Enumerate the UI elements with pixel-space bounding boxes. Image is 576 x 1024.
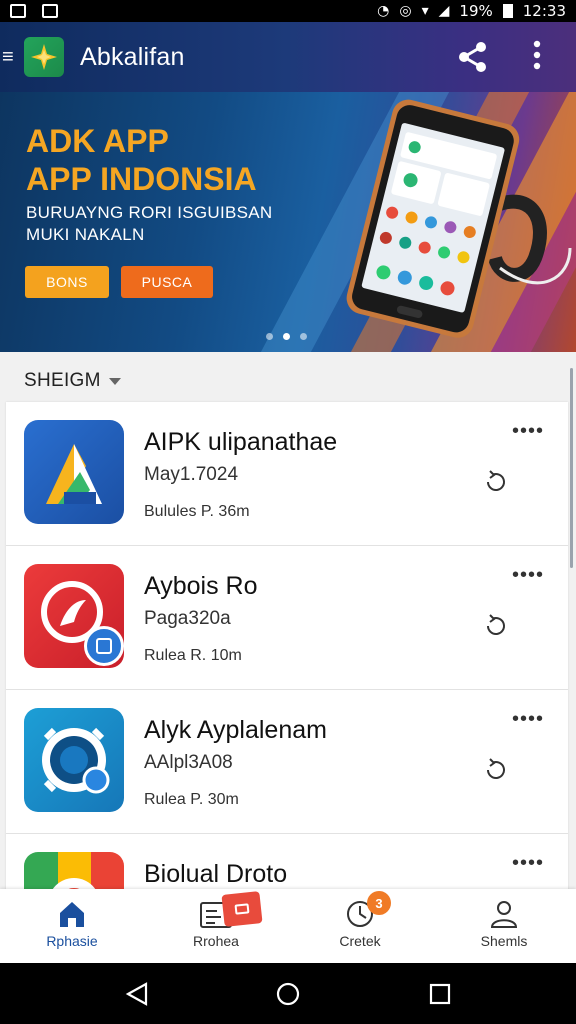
banner-headline-line2: APP INDONSIA <box>26 161 257 197</box>
bottom-navigation: Rphasie Rrohea 3 Cretek Shemls <box>0 889 576 963</box>
list-item[interactable]: Alyk Ayplalenam AAlpl3A08 Rulea P. 30m •… <box>6 690 568 834</box>
caret-down-icon <box>108 377 121 385</box>
signal-icon: ◢ <box>438 3 450 19</box>
status-time: 12:33 <box>522 2 566 20</box>
nav-label: Shemls <box>480 933 528 949</box>
notification-icon <box>10 4 26 18</box>
banner-headline: ADK APP APP INDONSIA <box>26 122 257 198</box>
share-icon[interactable] <box>456 40 490 79</box>
more-vert-icon[interactable] <box>532 38 542 77</box>
apps-icon <box>199 891 263 929</box>
app-name: AIPK ulipanathae <box>144 428 338 456</box>
app-list: AIPK ulipanathae May1.7024 Bulules P. 36… <box>6 402 568 892</box>
app-date: May1.7024 <box>144 464 239 485</box>
nav-label: Rrohea <box>193 933 239 949</box>
update-icon[interactable] <box>482 468 510 501</box>
update-count-badge: 3 <box>367 891 391 915</box>
app-size: Rulea R. 10m <box>144 647 242 664</box>
banner-subtitle: BURUAYNG RORI ISGUIBSAN MUKI NAKALN <box>26 202 273 246</box>
banner-subtitle-line2: MUKI NAKALN <box>26 225 145 244</box>
alarm-icon: ◔ <box>377 3 390 19</box>
more-horiz-icon[interactable]: •••• <box>512 421 544 441</box>
pager-dot[interactable] <box>266 333 273 340</box>
back-icon[interactable] <box>124 981 150 1012</box>
banner-subtitle-line1: BURUAYNG RORI ISGUIBSAN <box>26 203 273 222</box>
nav-label: Cretek <box>339 933 381 949</box>
nav-tab-shemls[interactable]: Shemls <box>432 889 576 963</box>
nav-label: Rphasie <box>46 933 98 949</box>
app-name: Aybois Ro <box>144 572 258 600</box>
recents-icon[interactable] <box>428 981 452 1012</box>
promo-banner[interactable]: ADK APP APP INDONSIA BURUAYNG RORI ISGUI… <box>0 92 576 352</box>
app-logo-chrome-icon <box>24 852 124 892</box>
list-item[interactable]: Biolual Droto •••• <box>6 834 568 892</box>
home-icon <box>56 899 88 929</box>
phone-illustration <box>346 99 572 338</box>
nav-tab-rrohea[interactable]: Rrohea <box>144 889 288 963</box>
battery-icon <box>502 4 513 18</box>
app-logo-red-icon <box>24 564 124 668</box>
notification-badge <box>221 891 263 927</box>
app-date: Paga320a <box>144 608 231 629</box>
wifi-icon: ▾ <box>421 3 429 19</box>
app-logo-blue-icon <box>24 420 124 524</box>
app-logo-camera-icon <box>24 708 124 812</box>
app-date: AAlpl3A08 <box>144 752 233 773</box>
banner-headline-line1: ADK APP <box>26 123 169 159</box>
update-icon[interactable] <box>482 756 510 789</box>
app-name: Biolual Droto <box>144 860 288 888</box>
banner-pager[interactable] <box>266 333 307 340</box>
system-navigation-bar <box>0 963 576 1024</box>
pager-dot-active[interactable] <box>283 333 290 340</box>
nav-tab-rphasie[interactable]: Rphasie <box>0 889 144 963</box>
scrollbar[interactable] <box>570 368 573 568</box>
status-bar: ◔ ◎ ▾ ◢ 19% 12:33 <box>0 0 576 22</box>
app-size: Bulules P. 36m <box>144 503 250 520</box>
badge-square-icon <box>84 626 124 666</box>
home-circle-icon[interactable] <box>275 981 301 1012</box>
more-horiz-icon[interactable]: •••• <box>512 565 544 585</box>
update-icon: 3 <box>345 891 391 929</box>
profile-icon <box>489 899 519 929</box>
list-item[interactable]: AIPK ulipanathae May1.7024 Bulules P. 36… <box>6 402 568 546</box>
hotspot-icon: ◎ <box>399 3 412 19</box>
pager-dot[interactable] <box>300 333 307 340</box>
star-logo-icon <box>24 37 64 77</box>
app-name: Alyk Ayplalenam <box>144 716 327 744</box>
image-notification-icon <box>42 4 58 18</box>
more-horiz-icon[interactable]: •••• <box>512 709 544 729</box>
list-item[interactable]: Aybois Ro Paga320a Rulea R. 10m •••• <box>6 546 568 690</box>
section-sort-dropdown[interactable]: SHEIGM <box>24 370 121 392</box>
section-title: SHEIGM <box>24 370 101 391</box>
battery-percent: 19% <box>459 2 493 20</box>
app-title: Abkalifan <box>80 42 185 71</box>
app-bar: ≡ Abkalifan <box>0 22 576 92</box>
update-icon[interactable] <box>482 612 510 645</box>
hamburger-icon[interactable]: ≡ <box>2 47 24 67</box>
banner-bons-button[interactable]: BONS <box>25 266 109 298</box>
nav-tab-cretek[interactable]: 3 Cretek <box>288 889 432 963</box>
more-horiz-icon[interactable]: •••• <box>512 853 544 873</box>
app-size: Rulea P. 30m <box>144 791 239 808</box>
banner-pusca-button[interactable]: PUSCA <box>121 266 213 298</box>
